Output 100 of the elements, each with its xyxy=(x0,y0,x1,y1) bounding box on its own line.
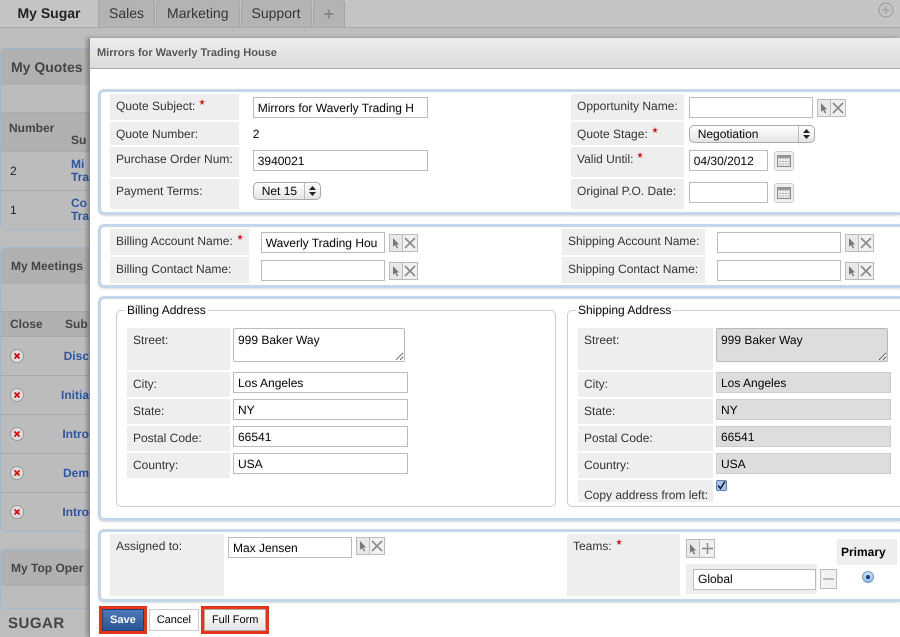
clear-button[interactable] xyxy=(370,537,385,555)
required-icon xyxy=(652,127,658,133)
dropdown-select[interactable]: Negotiation xyxy=(688,125,815,143)
date-field[interactable] xyxy=(688,182,768,203)
dashlet-title: My Meetings xyxy=(11,258,84,275)
form-button[interactable]: Save xyxy=(102,609,144,631)
meeting-link[interactable]: Intro xyxy=(62,425,89,443)
field-label: City: xyxy=(133,376,157,393)
form-button[interactable]: Cancel xyxy=(148,609,199,631)
column-header[interactable]: Number xyxy=(9,119,71,137)
close-icon xyxy=(404,264,416,276)
clear-button[interactable] xyxy=(859,262,874,280)
table-cell-text: 2 xyxy=(10,163,18,180)
team-field[interactable]: Global xyxy=(693,568,816,590)
logo: SUGAR xyxy=(7,614,66,634)
field-label: State: xyxy=(584,403,616,420)
field-label: Quote Number: xyxy=(116,126,198,143)
text-field[interactable]: Mirrors for Waverly Trading H xyxy=(252,97,428,118)
remove-button[interactable] xyxy=(820,569,837,589)
relate-field[interactable]: Waverly Trading Hou xyxy=(260,232,385,253)
field-label: Teams: xyxy=(573,538,612,555)
field-label: Copy address from left: xyxy=(584,488,708,502)
cursor-icon xyxy=(358,540,368,552)
clear-button[interactable] xyxy=(402,262,418,280)
module-tab[interactable]: Marketing xyxy=(156,0,240,27)
cursor-icon xyxy=(847,236,858,248)
column-header[interactable]: Su xyxy=(71,131,86,149)
meeting-link[interactable]: Initia xyxy=(60,386,89,404)
text-field[interactable]: 3940021 xyxy=(252,150,428,171)
cursor-icon xyxy=(688,542,698,554)
meeting-link[interactable]: Disc xyxy=(64,347,89,365)
required-icon xyxy=(199,99,206,105)
select-button[interactable] xyxy=(686,539,700,558)
select-button[interactable] xyxy=(845,262,860,280)
updown-caret-icon xyxy=(308,186,316,196)
remove-icon[interactable] xyxy=(10,427,24,441)
field-label: City: xyxy=(584,376,608,393)
field-label: Valid Until: xyxy=(577,151,634,168)
cursor-icon xyxy=(847,264,858,276)
fieldset-legend: Billing Address xyxy=(125,302,208,318)
relate-field[interactable]: Max Jensen xyxy=(228,537,352,558)
quote-link[interactable]: Mi xyxy=(70,158,89,171)
select-button[interactable] xyxy=(816,98,831,116)
relate-field[interactable] xyxy=(688,97,813,118)
quote-link[interactable]: Co xyxy=(70,197,89,210)
field-label: Shipping Contact Name: xyxy=(568,261,698,278)
cursor-icon xyxy=(390,236,401,248)
date-field[interactable]: 04/30/2012 xyxy=(688,150,768,171)
text-field[interactable]: 66541 xyxy=(233,426,408,447)
primary-radio[interactable] xyxy=(862,571,874,583)
field-label: Shipping Account Name: xyxy=(568,233,700,250)
field-label: Postal Code: xyxy=(133,430,202,447)
field-label: State: xyxy=(133,403,164,420)
meeting-link[interactable]: Dem xyxy=(62,464,89,482)
required-icon xyxy=(236,234,243,240)
field-label: Quote Subject: xyxy=(116,98,196,115)
quote-link[interactable]: Tra xyxy=(70,171,89,184)
calendar-icon xyxy=(776,186,791,198)
select-button[interactable] xyxy=(845,234,860,252)
form-button[interactable]: Full Form xyxy=(204,609,266,631)
remove-icon[interactable] xyxy=(10,349,24,363)
remove-icon[interactable] xyxy=(10,505,24,519)
street-textarea[interactable]: 999 Baker Way xyxy=(233,328,405,362)
required-icon xyxy=(616,539,622,545)
updown-caret-icon xyxy=(802,129,810,139)
clear-button[interactable] xyxy=(859,234,874,252)
field-value: 2 xyxy=(252,126,260,142)
column-header[interactable]: Sub xyxy=(65,315,88,333)
quote-link[interactable]: Tra xyxy=(70,210,89,223)
field-label: Payment Terms: xyxy=(116,183,202,200)
add-button[interactable] xyxy=(700,539,715,558)
calendar-icon xyxy=(776,154,791,166)
field-label: Opportunity Name: xyxy=(577,98,678,115)
table-cell-text: 1 xyxy=(10,202,18,219)
fieldset-legend: Shipping Address xyxy=(576,302,674,318)
remove-icon[interactable] xyxy=(10,466,24,480)
text-field[interactable]: USA xyxy=(233,453,408,474)
select-button[interactable] xyxy=(356,537,370,555)
calendar-button[interactable] xyxy=(774,150,794,170)
clear-button[interactable] xyxy=(402,234,418,252)
text-field[interactable]: NY xyxy=(233,399,408,420)
meeting-link[interactable]: Intro xyxy=(62,503,89,521)
select-button[interactable] xyxy=(388,234,403,252)
dropdown-select[interactable]: Net 15 xyxy=(252,182,321,200)
cursor-icon xyxy=(390,264,401,276)
field-label: Country: xyxy=(584,457,630,474)
field-label: Postal Code: xyxy=(584,430,653,447)
select-button[interactable] xyxy=(388,262,403,280)
module-tab[interactable]: Sales xyxy=(98,0,156,27)
module-tab[interactable]: Support xyxy=(240,0,312,27)
field-label: Street: xyxy=(584,332,620,349)
remove-icon[interactable] xyxy=(10,388,24,402)
calendar-button[interactable] xyxy=(774,182,794,202)
relate-field[interactable] xyxy=(260,260,385,281)
column-header[interactable]: Close xyxy=(10,315,65,333)
text-field[interactable]: Los Angeles xyxy=(233,372,408,393)
relate-field[interactable] xyxy=(717,232,842,253)
relate-field[interactable] xyxy=(717,260,842,281)
clear-button[interactable] xyxy=(830,98,846,116)
close-icon xyxy=(371,540,383,552)
